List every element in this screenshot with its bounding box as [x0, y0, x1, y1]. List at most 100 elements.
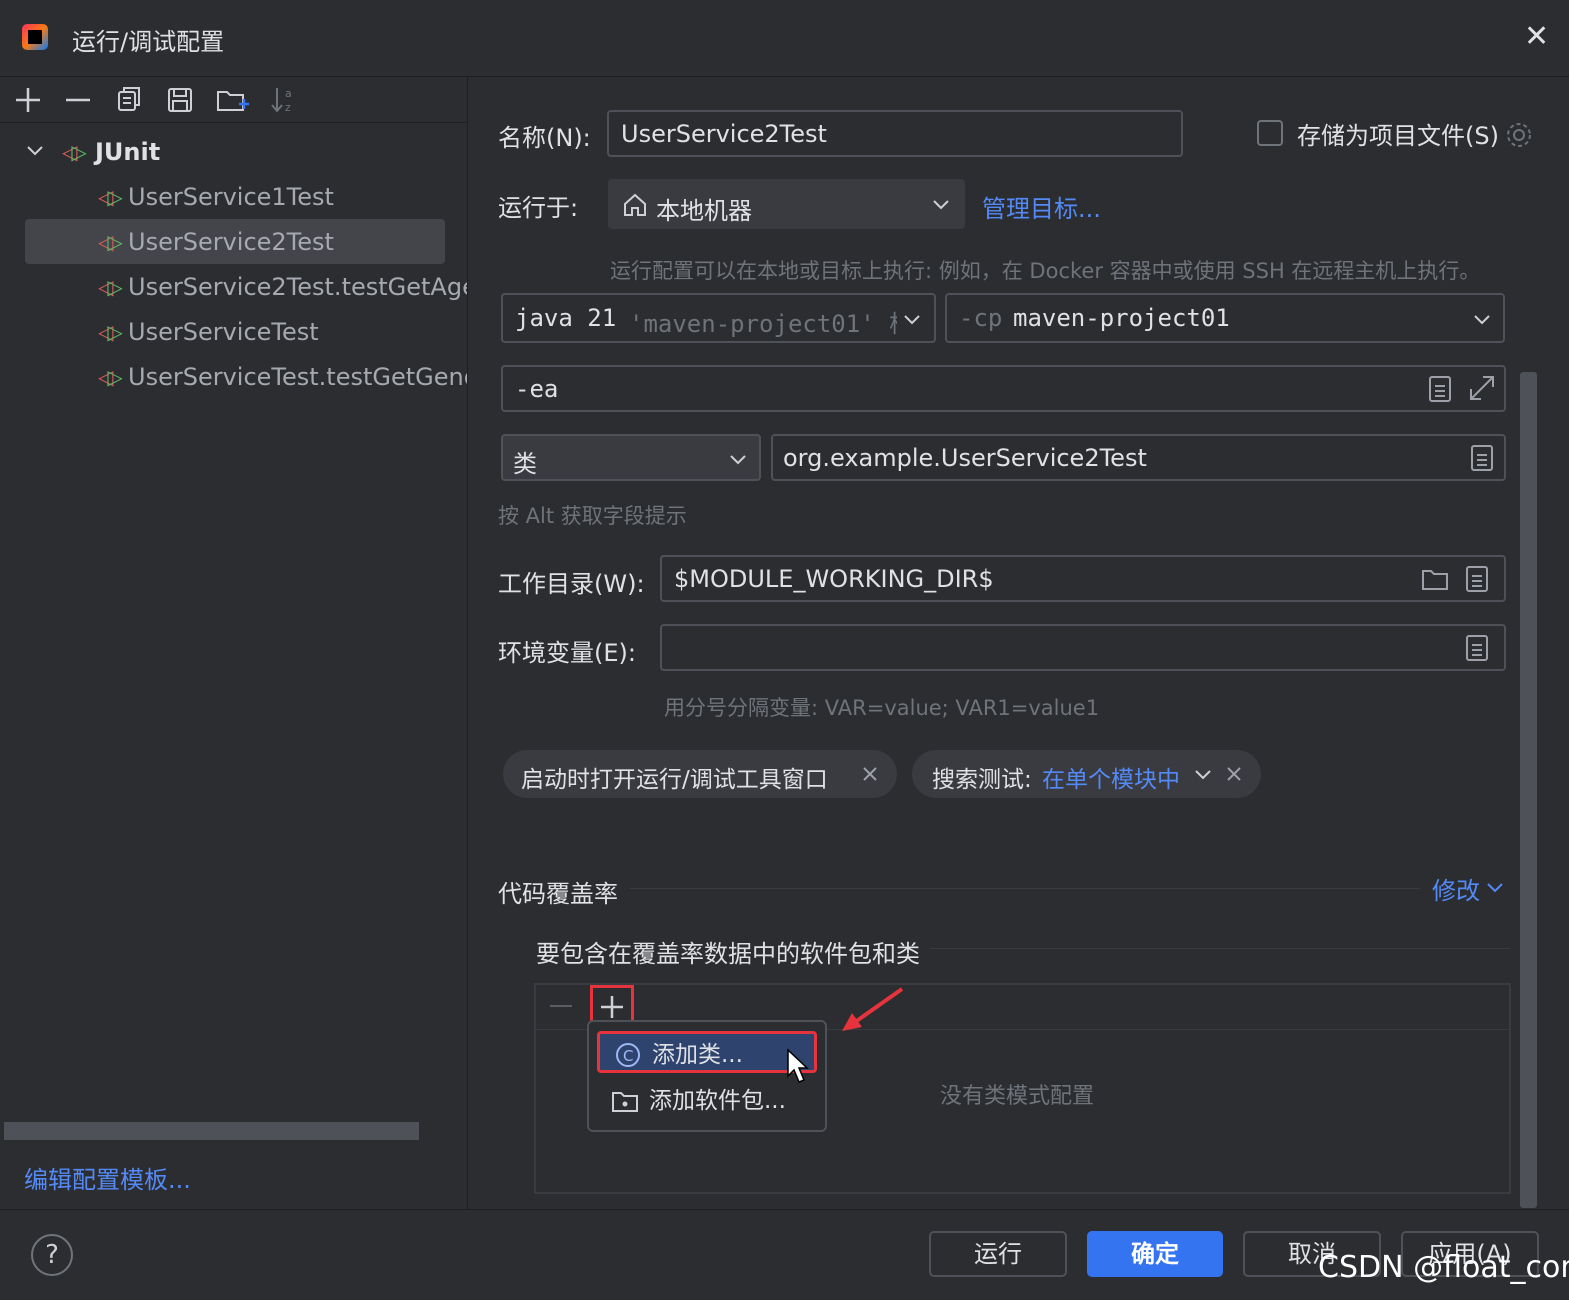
remove-icon[interactable]: [62, 84, 94, 116]
env-label: 环境变量(E):: [498, 639, 636, 667]
chip-search-tests[interactable]: 搜索测试: 在单个模块中: [912, 750, 1261, 798]
working-dir-input[interactable]: $MODULE_WORKING_DIR$: [660, 555, 1506, 602]
run-on-select[interactable]: 本地机器: [608, 179, 965, 229]
text-editor-icon[interactable]: [1471, 445, 1493, 471]
store-as-project-file-checkbox[interactable]: [1257, 120, 1283, 146]
menu-item-label: 添加类...: [652, 1042, 743, 1068]
vm-options-input[interactable]: -ea: [501, 365, 1506, 412]
text-editor-icon[interactable]: [1466, 566, 1488, 592]
close-icon[interactable]: ✕: [1524, 20, 1549, 54]
run-on-hint: 运行配置可以在本地或目标上执行: 例如，在 Docker 容器中或使用 SSH …: [610, 259, 1481, 283]
jre-value: java 21: [515, 304, 617, 332]
working-dir-label: 工作目录(W):: [498, 570, 645, 598]
tree-group-label: JUnit: [95, 138, 161, 166]
dialog-title: 运行/调试配置: [72, 28, 225, 56]
horizontal-scrollbar[interactable]: [4, 1122, 419, 1140]
env-input[interactable]: [660, 624, 1506, 671]
package-icon: [611, 1087, 639, 1129]
jre-select[interactable]: java 21 'maven-project01' 槙: [501, 293, 936, 343]
text-editor-icon[interactable]: [1466, 635, 1488, 661]
close-icon[interactable]: [861, 765, 879, 787]
tree-item-selected[interactable]: ◁▷ UserService2Test: [0, 221, 467, 263]
tree-group-junit[interactable]: ◁▷ JUnit: [0, 131, 467, 173]
chevron-down-icon[interactable]: [26, 131, 44, 173]
junit-test-icon: ◁▷: [98, 230, 123, 254]
manage-targets-link[interactable]: 管理目标...: [982, 189, 1101, 224]
menu-item-add-class[interactable]: C 添加类...: [597, 1031, 817, 1073]
intellij-idea-icon: [22, 24, 48, 50]
tree-item[interactable]: ◁▷ UserServiceTest: [0, 311, 467, 353]
title-bar: [0, 0, 1569, 77]
subsection-divider: [930, 948, 1510, 949]
classpath-prefix: -cp: [959, 304, 1003, 332]
name-label: 名称(N):: [498, 124, 591, 152]
chip-search-value[interactable]: 在单个模块中: [1042, 760, 1180, 794]
chevron-down-icon: [903, 310, 921, 332]
remove-icon[interactable]: [548, 996, 574, 1020]
menu-item-add-package[interactable]: 添加软件包...: [597, 1080, 817, 1122]
tree-item-label: UserServiceTest: [128, 318, 319, 346]
store-as-project-file-label: 存储为项目文件(S): [1297, 122, 1499, 150]
svg-text:z: z: [285, 101, 291, 114]
class-icon: C: [614, 1041, 642, 1083]
text-editor-icon[interactable]: [1429, 376, 1451, 402]
tree-item-label: UserServiceTest.testGetGend: [128, 363, 467, 391]
vm-options-value: -ea: [515, 375, 559, 403]
folder-icon[interactable]: [1420, 565, 1450, 597]
gear-icon[interactable]: [1504, 120, 1534, 154]
chip-open-tool-window-label: 启动时打开运行/调试工具窗口: [521, 767, 828, 793]
junit-test-icon: ◁▷: [98, 275, 123, 299]
empty-list-text: 没有类模式配置: [940, 1084, 1095, 1109]
expand-icon[interactable]: [1467, 373, 1497, 407]
svg-text:C: C: [623, 1047, 633, 1065]
menu-item-label: 添加软件包...: [649, 1088, 786, 1114]
home-icon: [622, 192, 648, 222]
test-kind-select[interactable]: 类: [501, 434, 761, 481]
run-on-value: 本地机器: [656, 197, 752, 225]
svg-text:a: a: [285, 87, 292, 100]
tree-item[interactable]: ◁▷ UserService1Test: [0, 176, 467, 218]
add-icon[interactable]: [12, 84, 44, 116]
chevron-down-icon: [729, 450, 747, 472]
jre-module: 'maven-project01' 槙: [629, 310, 897, 338]
new-folder-icon[interactable]: [215, 84, 249, 116]
test-kind-value: 类: [513, 450, 537, 478]
toolbar-divider: [0, 122, 467, 123]
classpath-module-value: maven-project01: [1013, 304, 1230, 332]
junit-icon: ◁▷: [62, 140, 87, 164]
vertical-scrollbar[interactable]: [1520, 372, 1537, 1208]
tree-item-label: UserService2Test: [128, 228, 334, 256]
edit-templates-link[interactable]: 编辑配置模板...: [24, 1160, 191, 1195]
chevron-down-icon: [932, 195, 950, 217]
mouse-cursor-icon: [787, 1048, 809, 1083]
help-button[interactable]: ?: [31, 1234, 73, 1276]
annotation-arrow-icon: [842, 987, 904, 1031]
junit-test-icon: ◁▷: [98, 185, 123, 209]
classpath-module-select[interactable]: -cp maven-project01: [945, 293, 1505, 343]
section-divider: [630, 888, 1420, 889]
chevron-down-icon[interactable]: [1486, 878, 1504, 900]
chip-search-label: 搜索测试:: [932, 767, 1032, 793]
modify-link[interactable]: 修改: [1432, 871, 1480, 906]
tree-item[interactable]: ◁▷ UserService2Test.testGetAge: [0, 266, 467, 308]
coverage-section-title: 代码覆盖率: [498, 880, 618, 908]
tree-item[interactable]: ◁▷ UserServiceTest.testGetGend: [0, 356, 467, 398]
chevron-down-icon[interactable]: [1194, 765, 1212, 787]
footer-divider: [0, 1209, 1569, 1210]
working-dir-value: $MODULE_WORKING_DIR$: [674, 565, 994, 593]
chip-open-tool-window[interactable]: 启动时打开运行/调试工具窗口: [503, 750, 897, 798]
test-class-value: org.example.UserService2Test: [783, 444, 1147, 472]
test-class-input[interactable]: org.example.UserService2Test: [771, 434, 1506, 481]
tree-item-label: UserService2Test.testGetAge: [128, 273, 467, 301]
close-icon[interactable]: [1225, 765, 1243, 787]
add-pattern-button[interactable]: [590, 985, 634, 1025]
copy-icon[interactable]: [113, 84, 145, 116]
env-hint: 用分号分隔变量: VAR=value; VAR1=value1: [664, 696, 1100, 720]
run-on-label: 运行于:: [498, 194, 579, 222]
tree-item-label: UserService1Test: [128, 183, 334, 211]
sort-icon[interactable]: az: [268, 84, 300, 116]
ok-button[interactable]: 确定: [1087, 1231, 1223, 1277]
run-button[interactable]: 运行: [929, 1231, 1067, 1277]
save-icon[interactable]: [164, 84, 196, 116]
name-input[interactable]: UserService2Test: [607, 110, 1183, 157]
